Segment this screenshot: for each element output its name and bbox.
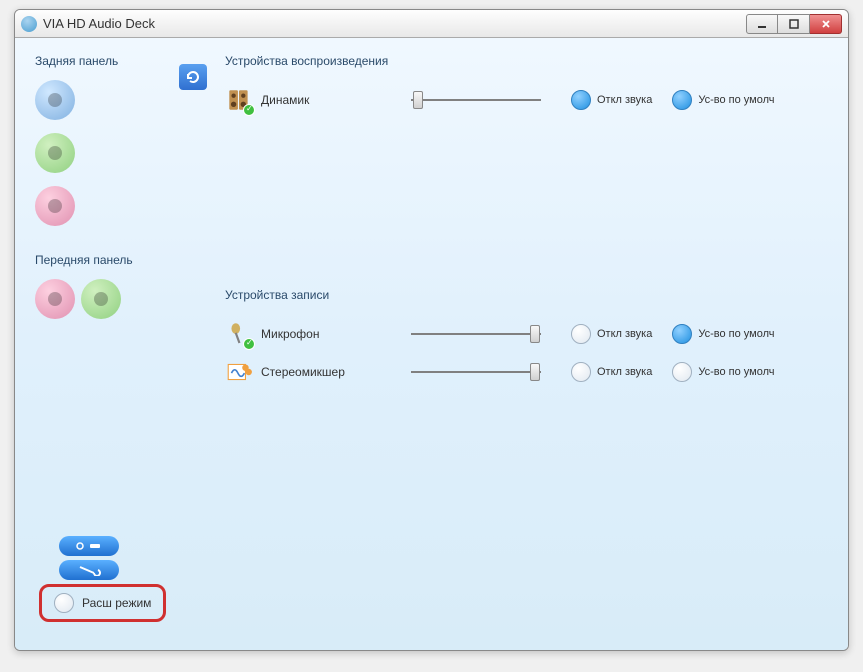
playback-title: Устройства воспроизведения — [225, 54, 828, 68]
maximize-button[interactable] — [778, 14, 810, 34]
device-row-stereomix: Стереомикшер Откл звука Ус-во по умолч — [225, 354, 828, 390]
window-title: VIA HD Audio Deck — [43, 16, 746, 31]
titlebar: VIA HD Audio Deck — [15, 10, 848, 38]
mute-label: Откл звука — [597, 366, 652, 378]
volume-slider-speaker[interactable] — [411, 92, 541, 108]
slider-track — [411, 333, 541, 335]
rear-panel-label: Задняя панель — [35, 54, 175, 68]
main-panel: Устройства воспроизведения Динамик Откл … — [225, 54, 828, 392]
mute-label: Откл звука — [597, 94, 652, 106]
volume-slider-stereomix[interactable] — [411, 364, 541, 380]
close-icon — [821, 19, 831, 29]
default-radio-speaker[interactable] — [672, 90, 692, 110]
window-controls — [746, 14, 842, 34]
connectors-icon — [74, 540, 104, 552]
app-window: VIA HD Audio Deck Задняя панель Передняя… — [14, 9, 849, 651]
rear-jack-green[interactable] — [35, 133, 75, 173]
device-name: Стереомикшер — [261, 365, 381, 379]
volume-slider-microphone[interactable] — [411, 326, 541, 342]
refresh-icon — [185, 69, 201, 85]
default-group: Ус-во по умолч — [672, 324, 774, 344]
mute-radio-stereomix[interactable] — [571, 362, 591, 382]
slider-thumb[interactable] — [530, 325, 540, 343]
rear-jack-pink[interactable] — [35, 186, 75, 226]
mute-radio-speaker[interactable] — [571, 90, 591, 110]
wrench-icon — [74, 564, 104, 576]
slider-track — [411, 99, 541, 101]
stereomix-icon — [225, 358, 253, 386]
slider-thumb[interactable] — [530, 363, 540, 381]
advanced-mode-label: Расш режим — [82, 596, 151, 610]
mute-group: Откл звука — [571, 362, 652, 382]
speaker-icon — [225, 86, 253, 114]
default-group: Ус-во по умолч — [672, 90, 774, 110]
maximize-icon — [789, 19, 799, 29]
default-label: Ус-во по умолч — [698, 366, 774, 378]
rear-jack-blue[interactable] — [35, 80, 75, 120]
slider-thumb[interactable] — [413, 91, 423, 109]
advanced-mode-radio — [54, 593, 74, 613]
front-panel-label: Передняя панель — [35, 253, 175, 267]
microphone-icon — [225, 320, 253, 348]
front-jack-green[interactable] — [81, 279, 121, 319]
recording-title: Устройства записи — [225, 288, 828, 302]
slider-track — [411, 371, 541, 373]
app-icon — [21, 16, 37, 32]
client-area: Задняя панель Передняя панель Устройства… — [15, 38, 848, 650]
sidebar: Задняя панель Передняя панель — [35, 54, 175, 323]
minimize-icon — [757, 19, 767, 29]
device-row-microphone: Микрофон Откл звука Ус-во по умолч — [225, 316, 828, 352]
bottom-tools — [59, 536, 119, 580]
advanced-mode-button[interactable]: Расш режим — [39, 584, 166, 622]
active-badge-icon — [243, 104, 255, 116]
default-label: Ус-во по умолч — [698, 328, 774, 340]
mute-group: Откл звука — [571, 90, 652, 110]
front-jack-pink[interactable] — [35, 279, 75, 319]
tool-button-1[interactable] — [59, 536, 119, 556]
refresh-button[interactable] — [179, 64, 207, 90]
mute-radio-microphone[interactable] — [571, 324, 591, 344]
device-row-speaker: Динамик Откл звука Ус-во по умолч — [225, 82, 828, 118]
device-name: Микрофон — [261, 327, 381, 341]
mute-label: Откл звука — [597, 328, 652, 340]
active-badge-icon — [243, 338, 255, 350]
default-radio-stereomix[interactable] — [672, 362, 692, 382]
default-radio-microphone[interactable] — [672, 324, 692, 344]
default-group: Ус-во по умолч — [672, 362, 774, 382]
tool-button-2[interactable] — [59, 560, 119, 580]
minimize-button[interactable] — [746, 14, 778, 34]
close-button[interactable] — [810, 14, 842, 34]
device-name: Динамик — [261, 93, 381, 107]
mute-group: Откл звука — [571, 324, 652, 344]
default-label: Ус-во по умолч — [698, 94, 774, 106]
